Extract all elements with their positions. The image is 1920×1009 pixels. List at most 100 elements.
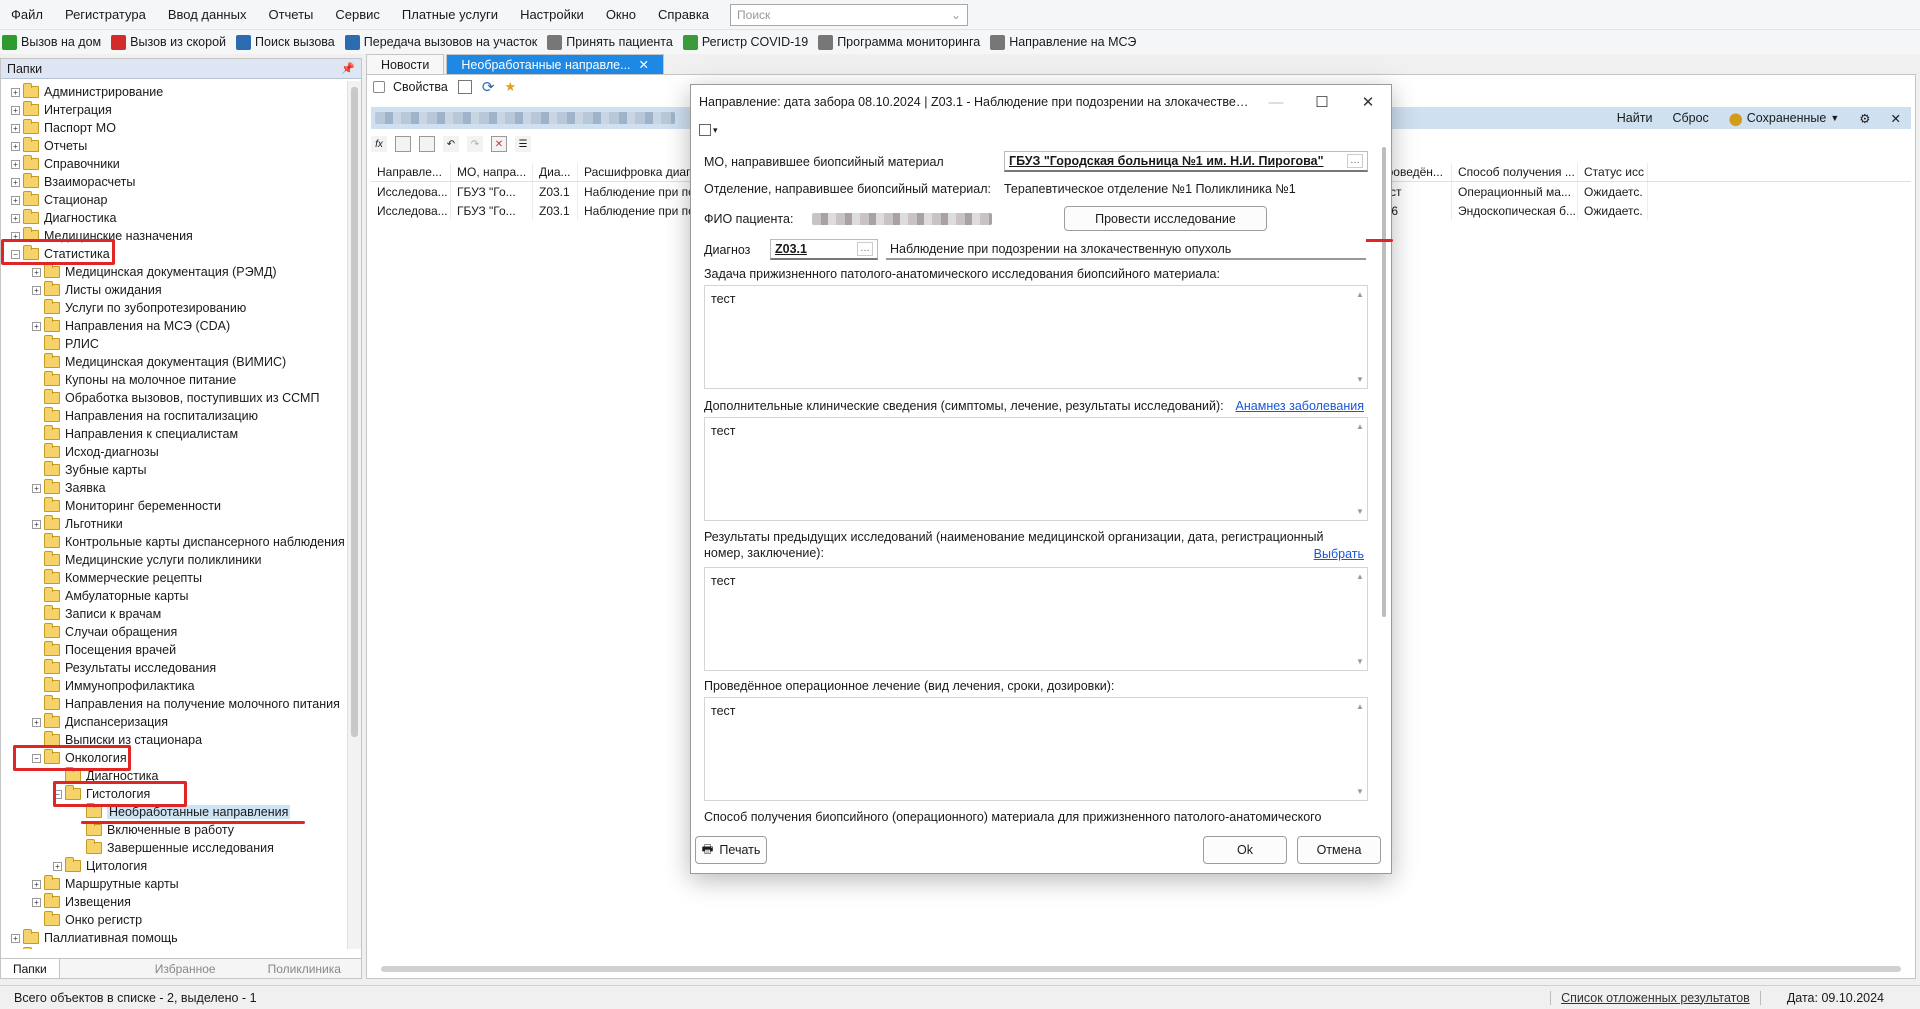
save-icon[interactable] <box>699 124 711 136</box>
column-header[interactable]: Диа... <box>533 163 578 181</box>
tree-scrollbar[interactable] <box>347 81 361 949</box>
tree-item[interactable]: Контрольные карты диспансерного наблюден… <box>1 533 347 551</box>
tree-item[interactable]: − Статистика <box>1 245 347 263</box>
minimize-icon[interactable]: — <box>1253 87 1299 117</box>
column-header[interactable]: МО, напра... <box>451 163 533 181</box>
expand-toggle-icon[interactable]: − <box>32 753 41 763</box>
toolbar-button[interactable]: Вызов на дом <box>2 34 101 50</box>
ok-button[interactable]: Ok <box>1203 836 1287 864</box>
saved-filters-button[interactable]: ⬤ Сохраненные ▼ <box>1729 111 1840 126</box>
tree-item[interactable]: Диагностика <box>1 767 347 785</box>
diagnosis-code-field[interactable]: Z03.1 … <box>770 239 878 260</box>
toolbar-button[interactable]: Направление на МСЭ <box>990 34 1136 50</box>
tree-item[interactable]: + Диспансеризация <box>1 713 347 731</box>
column-header[interactable]: Статус исс <box>1578 163 1648 181</box>
tree-item[interactable]: + Диагностика <box>1 209 347 227</box>
tree-item[interactable]: Коммерческие рецепты <box>1 569 347 587</box>
expand-toggle-icon[interactable]: + <box>32 879 41 889</box>
expand-toggle-icon[interactable]: + <box>11 177 20 187</box>
tree-item[interactable]: + Паллиативная помощь <box>1 929 347 947</box>
expand-toggle-icon[interactable]: + <box>32 267 41 277</box>
find-button[interactable]: Найти <box>1617 111 1653 125</box>
mo-field[interactable]: ГБУЗ "Городская больница №1 им. Н.И. Пир… <box>1004 151 1368 172</box>
expand-toggle-icon[interactable]: + <box>11 195 20 205</box>
tab-news[interactable]: Новости <box>366 54 445 74</box>
tree-item[interactable]: Мониторинг беременности <box>1 497 347 515</box>
tree-item[interactable]: Направления на госпитализацию <box>1 407 347 425</box>
menu-item[interactable]: Сервис <box>324 7 391 22</box>
op-scroll[interactable]: ▲ ▼ <box>1355 702 1365 796</box>
tree-item[interactable]: + Цитология <box>1 857 347 875</box>
tab-unprocessed[interactable]: Необработанные направле... ✕ <box>446 54 665 74</box>
tree-item[interactable]: + Взаиморасчеты <box>1 173 347 191</box>
extra-textbox[interactable]: тест ▲ ▼ <box>704 417 1368 521</box>
menu-item[interactable]: Платные услуги <box>391 7 509 22</box>
tree-item[interactable]: РЛИС <box>1 335 347 353</box>
print-button[interactable]: 🖶 Печать <box>695 836 767 864</box>
maximize-icon[interactable]: ☐ <box>1299 87 1345 117</box>
tree-item[interactable]: + Стационар <box>1 191 347 209</box>
op-textbox[interactable]: тест ▲ ▼ <box>704 697 1368 801</box>
tree-item[interactable]: + Интеграция <box>1 101 347 119</box>
menu-item[interactable]: Отчеты <box>257 7 324 22</box>
tree-item[interactable]: Амбулаторные карты <box>1 587 347 605</box>
print-grid-icon[interactable] <box>419 136 435 152</box>
toolbar-button[interactable]: Вызов из скорой <box>111 34 226 50</box>
anamnesis-link[interactable]: Анамнез заболевания <box>1236 399 1364 413</box>
reset-button[interactable]: Сброс <box>1672 111 1708 125</box>
tree-item[interactable]: Направления на получение молочного питан… <box>1 695 347 713</box>
tree-item[interactable]: Направления к специалистам <box>1 425 347 443</box>
tree-item[interactable]: Исход-диагнозы <box>1 443 347 461</box>
column-header[interactable]: Направле... <box>371 163 451 181</box>
expand-toggle-icon[interactable]: + <box>53 861 62 871</box>
tree-item[interactable]: Онко регистр <box>1 911 347 929</box>
prev-scroll[interactable]: ▲ ▼ <box>1355 572 1365 666</box>
pin-icon[interactable]: 📌 <box>341 62 355 75</box>
tree-item[interactable]: + Заявка <box>1 479 347 497</box>
tree-item[interactable]: Завершенные исследования <box>1 839 347 857</box>
expand-toggle-icon[interactable]: + <box>11 213 20 223</box>
expand-toggle-icon[interactable]: + <box>32 285 41 295</box>
deferred-results-link[interactable]: Список отложенных результатов <box>1550 990 1761 1005</box>
expand-toggle-icon[interactable]: − <box>11 249 20 259</box>
expand-toggle-icon[interactable]: + <box>11 141 20 151</box>
tree-item[interactable]: + Направления на МСЭ (CDA) <box>1 317 347 335</box>
expand-toggle-icon[interactable]: + <box>32 321 41 331</box>
refresh-icon[interactable]: ⟳ <box>482 78 495 96</box>
tree-item[interactable]: − Онкология <box>1 749 347 767</box>
tree-item[interactable]: Необработанные направления <box>1 803 347 821</box>
toolbar-button[interactable]: Программа мониторинга <box>818 34 980 50</box>
menu-item[interactable]: Файл <box>0 7 54 22</box>
tree-item[interactable]: + Администрирование <box>1 83 347 101</box>
tree-item[interactable]: Посещения врачей <box>1 641 347 659</box>
prev-textbox[interactable]: тест ▲ ▼ <box>704 567 1368 671</box>
column-header[interactable]: Способ получения ... <box>1452 163 1578 181</box>
filter-settings-icon[interactable]: ⚙ <box>1859 111 1870 126</box>
tree-item[interactable]: Медицинские услуги поликлиники <box>1 551 347 569</box>
expand-toggle-icon[interactable]: + <box>32 897 41 907</box>
toolbar-button[interactable]: Поиск вызова <box>236 34 335 50</box>
tree-item[interactable]: + Извещения <box>1 893 347 911</box>
menu-item[interactable]: Ввод данных <box>157 7 258 22</box>
toolbar-button[interactable]: Регистр COVID-19 <box>682 34 808 50</box>
menu-item[interactable]: Справка <box>647 7 720 22</box>
expand-toggle-icon[interactable]: + <box>11 105 20 115</box>
tree-item[interactable]: + Отчеты <box>1 137 347 155</box>
expand-toggle-icon[interactable]: + <box>11 933 20 943</box>
tree-item[interactable]: Медицинская документация (ВИМИС) <box>1 353 347 371</box>
tree-item[interactable]: Случаи обращения <box>1 623 347 641</box>
extra-scroll[interactable]: ▲ ▼ <box>1355 422 1365 516</box>
menu-item[interactable]: Регистратура <box>54 7 157 22</box>
tree-item[interactable]: + Справочники <box>1 155 347 173</box>
toolbar-button[interactable]: Принять пациента <box>547 34 673 50</box>
tree-item[interactable]: − Гистология <box>1 785 347 803</box>
menu-item[interactable]: Окно <box>595 7 647 22</box>
properties-button[interactable]: Свойства <box>373 80 448 94</box>
expand-toggle-icon[interactable]: + <box>11 231 20 241</box>
export-icon[interactable] <box>457 80 472 94</box>
tree-item[interactable]: + Медицинская документация (РЭМД) <box>1 263 347 281</box>
tree-item[interactable]: + Маршрутные карты <box>1 875 347 893</box>
tree-item[interactable]: + Медицинские назначения <box>1 227 347 245</box>
formula-icon[interactable]: fx <box>371 136 387 152</box>
run-research-button[interactable]: Провести исследование <box>1064 206 1267 231</box>
